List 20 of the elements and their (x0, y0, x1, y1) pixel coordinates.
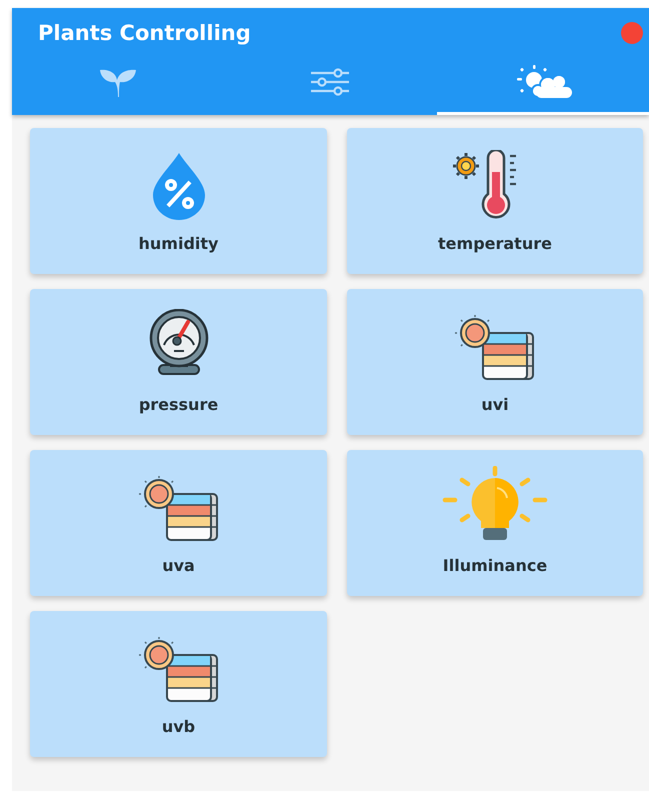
sliders-icon (310, 68, 350, 96)
sensor-card[interactable]: uvb (30, 611, 327, 757)
sprout-icon (99, 67, 138, 97)
sensor-card[interactable]: humidity (30, 128, 327, 274)
sensor-card[interactable]: uva (30, 450, 327, 596)
card-label: uva (162, 556, 195, 575)
sensor-card[interactable]: temperature (347, 128, 643, 274)
app-title: Plants Controlling (38, 21, 251, 45)
card-label: humidity (138, 234, 218, 253)
sensor-card[interactable]: Illuminance (347, 450, 643, 596)
sensor-card[interactable]: uvi (347, 289, 643, 435)
card-label: pressure (138, 395, 218, 414)
percent-drop-icon (152, 152, 206, 220)
light-bulb-icon (441, 466, 549, 542)
sensor-card[interactable]: pressure (30, 289, 327, 435)
card-label: Illuminance (442, 556, 548, 575)
card-label: uvb (162, 717, 196, 736)
card-label: uvi (481, 395, 509, 414)
status-dot-icon (621, 22, 643, 44)
card-label: temperature (438, 234, 552, 253)
